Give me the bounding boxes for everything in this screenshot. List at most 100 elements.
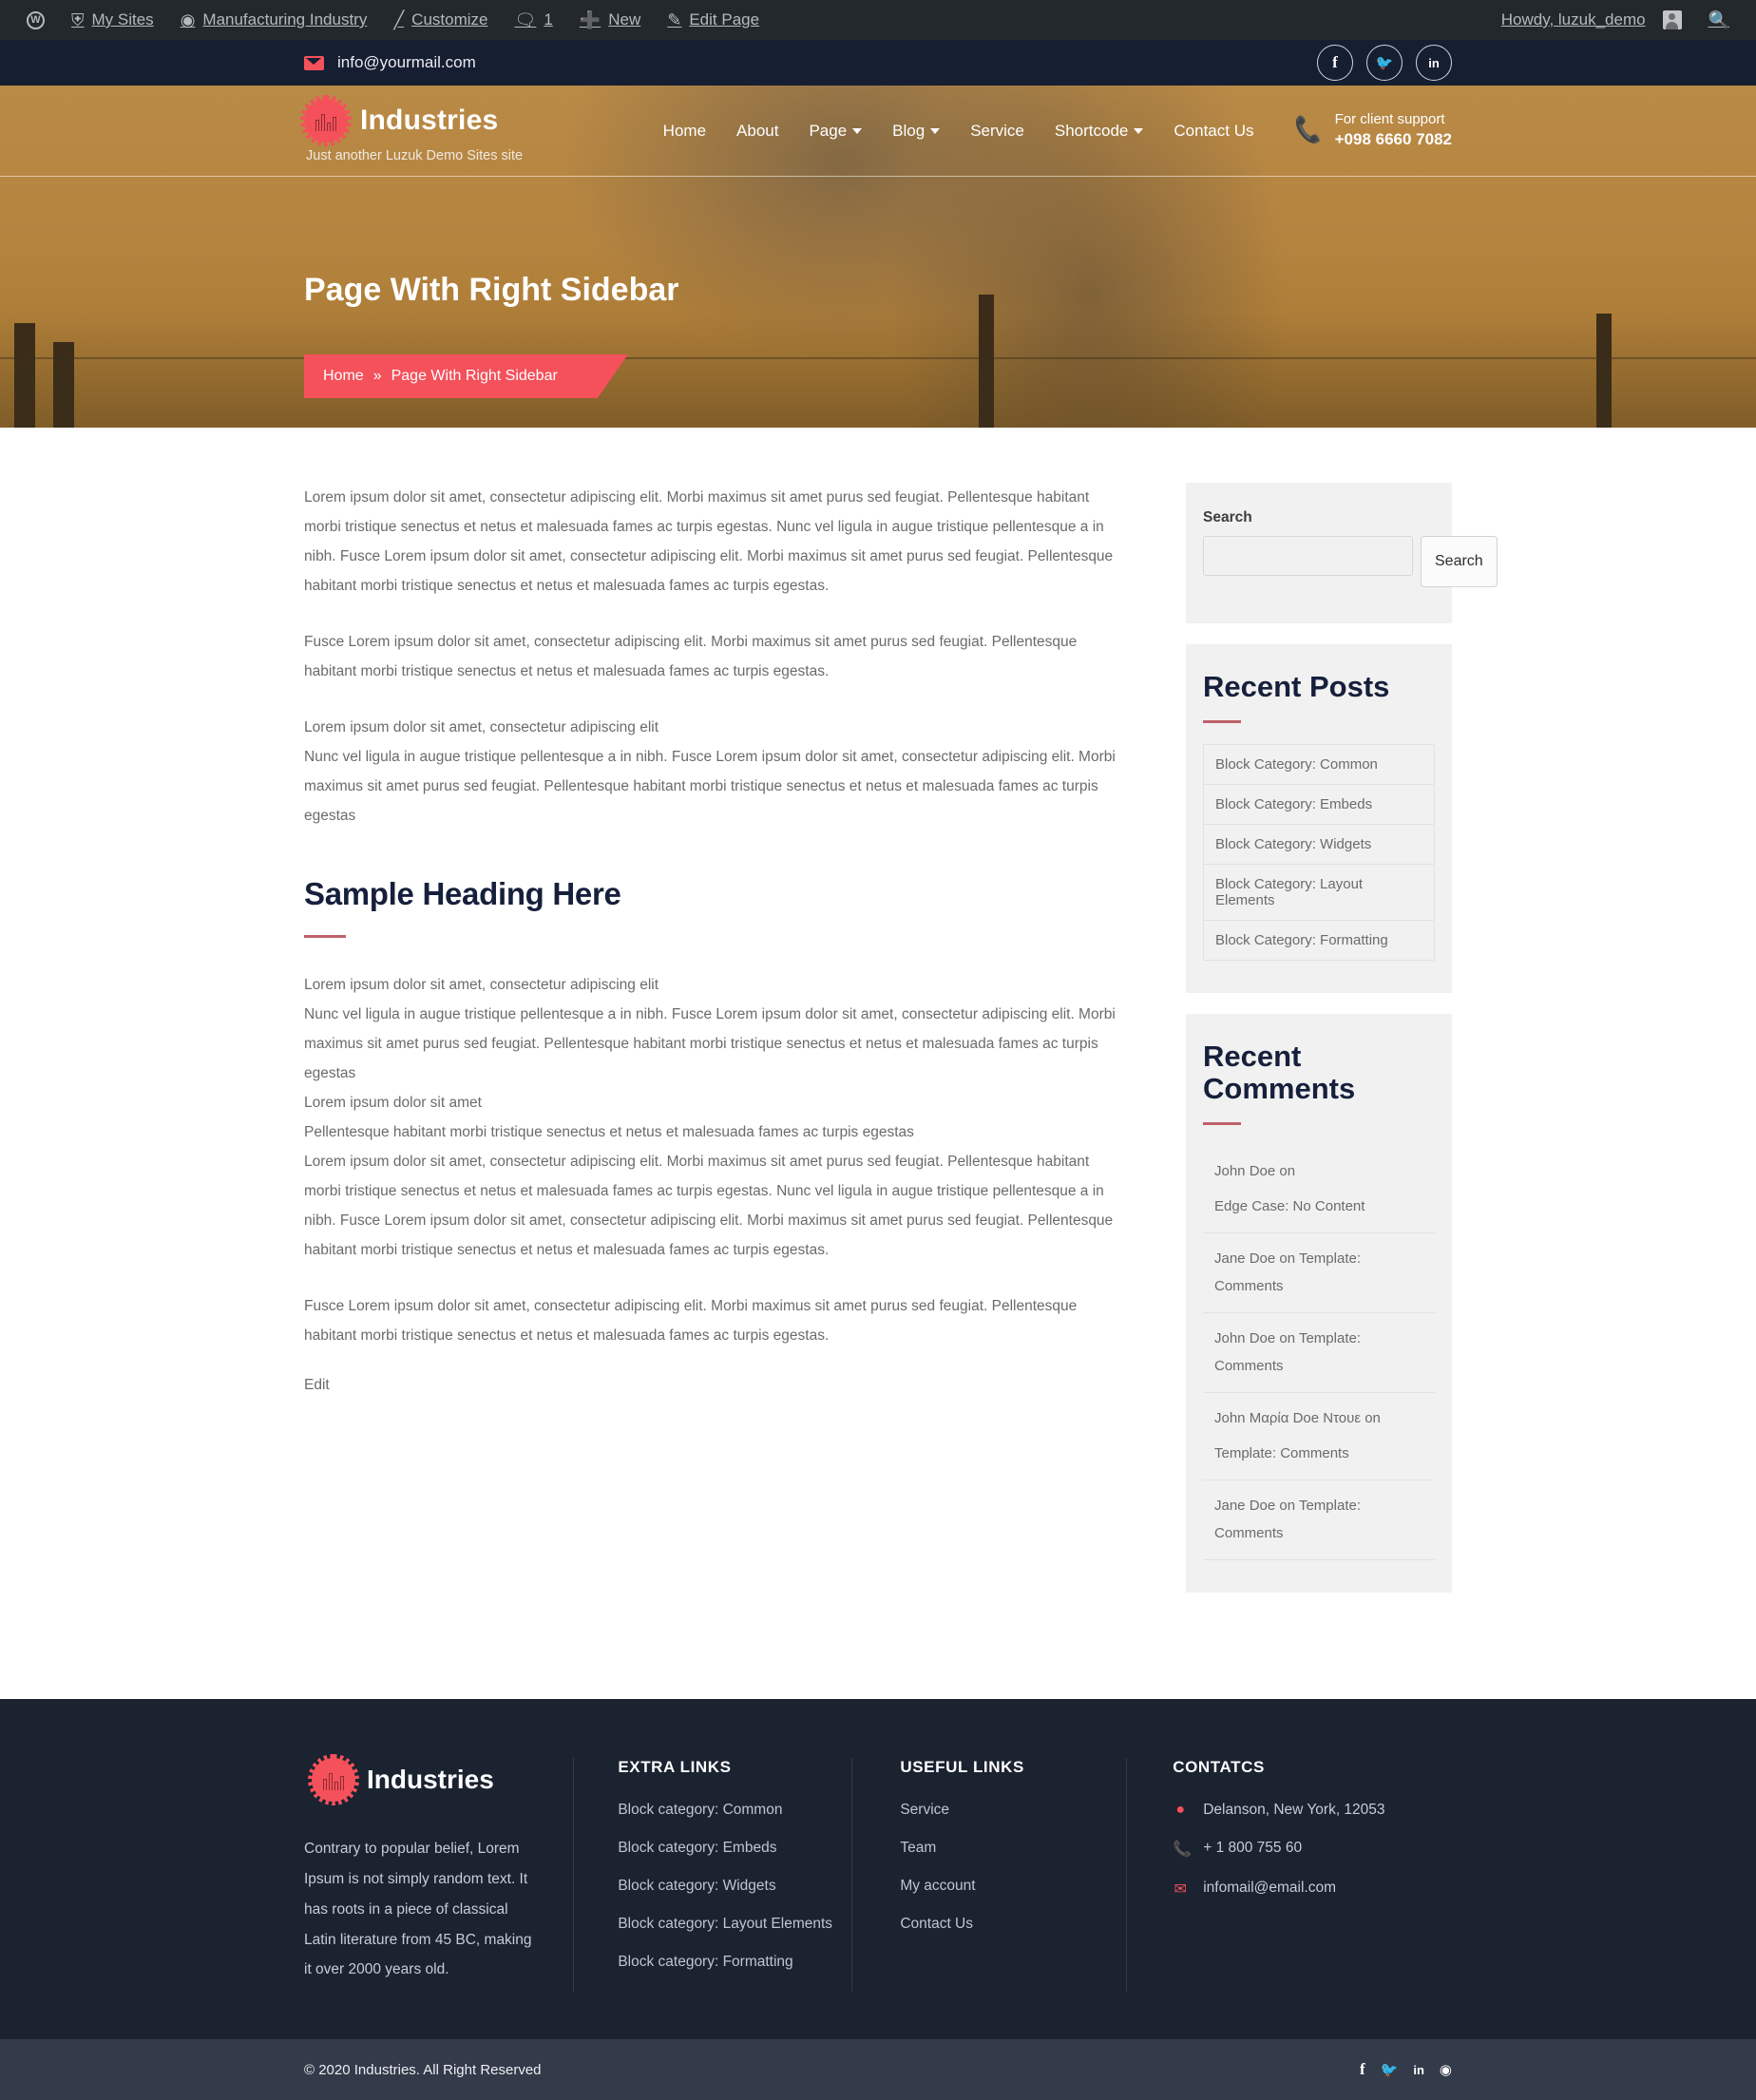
admin-bar-right-group: Howdy, luzuk_demo 🔍 <box>1488 0 1743 40</box>
footer-link[interactable]: Block category: Embeds <box>618 1840 776 1856</box>
admin-bar-edit-page[interactable]: ✎ Edit Page <box>654 0 773 40</box>
footer-link[interactable]: Service <box>900 1802 949 1818</box>
recent-posts-list: Block Category: Common Block Category: E… <box>1203 744 1435 962</box>
admin-bar-search-button[interactable]: 🔍 <box>1695 0 1743 40</box>
wp-admin-bar: ⛨ My Sites ◉ Manufacturing Industry ╱ Cu… <box>0 0 1756 40</box>
edit-page-link[interactable]: Edit <box>304 1377 330 1393</box>
footer-brand-name: Industries <box>367 1765 494 1795</box>
breadcrumb-separator-icon: » <box>372 368 382 384</box>
admin-bar-site-name[interactable]: ◉ Manufacturing Industry <box>167 0 381 40</box>
admin-bar-wordpress-logo[interactable] <box>13 0 58 40</box>
recent-post-link[interactable]: Block Category: Formatting <box>1204 921 1434 960</box>
site-tagline: Just another Luzuk Demo Sites site <box>306 147 524 163</box>
footer-contacts-title: CONTATCS <box>1173 1758 1265 1777</box>
nav-label: About <box>736 121 779 140</box>
content-paragraph-4-line-4: Pellentesque habitant morbi tristique se… <box>304 1124 914 1140</box>
twitter-icon[interactable]: 🐦 <box>1366 45 1403 81</box>
list-item[interactable]: Edge Case: No Content <box>1203 1186 1435 1234</box>
admin-bar-my-sites-label: My Sites <box>91 10 154 29</box>
recent-post-link[interactable]: Block Category: Layout Elements <box>1204 865 1434 920</box>
top-bar-email-link[interactable]: info@yourmail.com <box>337 53 476 72</box>
breadcrumb-home-link[interactable]: Home <box>323 368 364 385</box>
footer-extra-links-column: EXTRA LINKS Block category: Common Block… <box>573 1758 851 1993</box>
recent-post-link[interactable]: Block Category: Embeds <box>1204 785 1434 824</box>
search-input[interactable] <box>1203 536 1413 576</box>
nav-item-home[interactable]: Home <box>648 122 721 141</box>
footer-useful-links-list: Service Team My account Contact Us <box>900 1802 1126 1933</box>
nav-item-blog[interactable]: Blog <box>877 122 955 141</box>
chevron-down-icon <box>1134 127 1144 134</box>
twitter-icon[interactable]: 🐦 <box>1381 2060 1399 2079</box>
nav-item-service[interactable]: Service <box>955 122 1040 141</box>
list-item[interactable]: Jane Doe on Template: Comments <box>1203 1480 1435 1561</box>
search-widget-label: Search <box>1203 509 1252 525</box>
content-paragraph-4-line-1: Lorem ipsum dolor sit amet, consectetur … <box>304 977 659 993</box>
search-widget: Search Search <box>1186 483 1498 623</box>
admin-bar-my-sites[interactable]: ⛨ My Sites <box>58 0 167 40</box>
footer-link[interactable]: Block category: Formatting <box>618 1954 792 1970</box>
footer-link[interactable]: Block category: Layout Elements <box>618 1916 832 1932</box>
envelope-icon: ✉ <box>1174 1881 1187 1899</box>
search-submit-button[interactable]: Search <box>1421 536 1498 587</box>
phone-icon: 📞 <box>1291 114 1326 146</box>
facebook-icon[interactable]: f <box>1317 45 1353 81</box>
content-paragraph-3-line-1: Lorem ipsum dolor sit amet, consectetur … <box>304 719 659 735</box>
envelope-icon <box>304 55 324 70</box>
footer-link[interactable]: Block category: Common <box>618 1802 782 1818</box>
footer-about-column: Industries Contrary to popular belief, L… <box>304 1754 573 1992</box>
instagram-icon[interactable]: ◉ <box>1440 2060 1452 2079</box>
recent-post-link[interactable]: Block Category: Common <box>1204 745 1434 784</box>
list-item: Block category: Common <box>618 1802 851 1819</box>
admin-bar-account[interactable]: Howdy, luzuk_demo <box>1488 0 1695 40</box>
linkedin-icon[interactable]: in <box>1413 2060 1424 2079</box>
footer-link[interactable]: Block category: Widgets <box>618 1878 775 1894</box>
brush-icon: ╱ <box>393 10 405 29</box>
list-item: Block category: Widgets <box>618 1878 851 1895</box>
admin-bar-site-name-label: Manufacturing Industry <box>202 10 368 29</box>
nav-item-shortcode[interactable]: Shortcode <box>1040 122 1159 141</box>
main-content: Lorem ipsum dolor sit amet, consectetur … <box>304 428 1186 1699</box>
heading-underline-rule <box>304 935 346 938</box>
page-body: Lorem ipsum dolor sit amet, consectetur … <box>0 428 1756 1700</box>
footer-logo: Industries <box>308 1754 535 1806</box>
recent-comments-list: John Doe on Edge Case: No Content Jane D… <box>1203 1146 1435 1561</box>
list-item[interactable]: Template: Comments <box>1203 1433 1435 1481</box>
admin-bar-new[interactable]: ➕ New <box>566 0 654 40</box>
list-item[interactable]: Jane Doe on Template: Comments <box>1203 1233 1435 1314</box>
content-paragraph-1: Lorem ipsum dolor sit amet, consectetur … <box>304 489 1114 594</box>
footer-link[interactable]: Contact Us <box>900 1916 973 1932</box>
top-bar-social-list: f 🐦 in <box>1317 45 1452 81</box>
support-phone-number: +098 6660 7082 <box>1334 130 1452 149</box>
footer-link[interactable]: Team <box>900 1840 936 1856</box>
nav-item-about[interactable]: About <box>721 122 793 141</box>
admin-bar-customize[interactable]: ╱ Customize <box>380 0 501 40</box>
site-brand-name: Industries <box>360 104 499 136</box>
footer-useful-links-column: USEFUL LINKS Service Team My account Con… <box>851 1758 1126 1993</box>
admin-bar-comments[interactable]: 🗨 1 <box>501 0 565 40</box>
footer-phone: + 1 800 755 60 <box>1203 1840 1303 1857</box>
location-pin-icon: ● <box>1175 1802 1186 1819</box>
footer-link[interactable]: My account <box>900 1878 975 1894</box>
site-logo-link[interactable]: Industries Just another Luzuk Demo Sites… <box>300 94 524 163</box>
factory-gear-icon <box>308 1754 359 1806</box>
facebook-icon[interactable]: f <box>1360 2060 1365 2079</box>
list-item: My account <box>900 1878 1126 1895</box>
top-bar-email-group: info@yourmail.com <box>304 53 476 72</box>
content-paragraph-4-line-2: Nunc vel ligula in augue tristique pelle… <box>304 1006 1116 1081</box>
breadcrumb: Home » Page With Right Sidebar <box>304 354 598 398</box>
nav-item-contact-us[interactable]: Contact Us <box>1158 122 1269 141</box>
linkedin-icon[interactable]: in <box>1416 45 1452 81</box>
copyright-text: © 2020 Industries. All Right Reserved <box>304 2061 542 2078</box>
nav-label: Service <box>970 121 1024 140</box>
hero-banner: Industries Just another Luzuk Demo Sites… <box>0 86 1756 428</box>
phone-icon: 📞 <box>1173 1842 1193 1859</box>
top-info-bar: info@yourmail.com f 🐦 in <box>0 40 1756 86</box>
footer-useful-links-title: USEFUL LINKS <box>900 1758 1024 1777</box>
list-item: John Doe on <box>1214 1163 1296 1180</box>
recent-post-link[interactable]: Block Category: Widgets <box>1204 825 1434 864</box>
admin-bar-new-label: New <box>608 10 641 29</box>
list-item[interactable]: John Doe on Template: Comments <box>1203 1313 1435 1394</box>
plus-icon: ➕ <box>579 10 601 29</box>
list-item: ● Delanson, New York, 12053 <box>1173 1802 1452 1819</box>
nav-item-page[interactable]: Page <box>793 122 877 141</box>
